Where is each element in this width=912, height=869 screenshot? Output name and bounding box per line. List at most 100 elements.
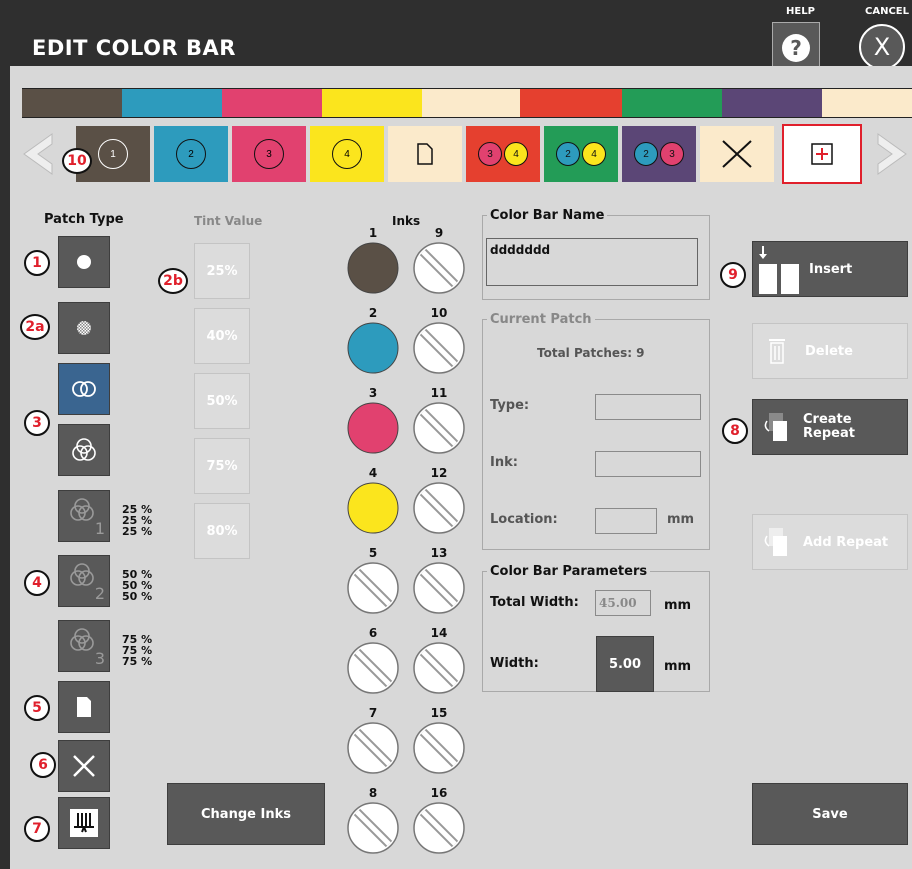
ink-11-button[interactable] bbox=[411, 400, 467, 456]
ink-13-button[interactable] bbox=[411, 560, 467, 616]
total-width-field: 45.00 bbox=[595, 590, 651, 616]
tint-80-button[interactable]: 80% bbox=[194, 503, 250, 559]
callout-8: 8 bbox=[722, 418, 748, 444]
three-color-overprint-button[interactable] bbox=[58, 424, 110, 476]
color-patch[interactable]: 3 bbox=[232, 126, 306, 182]
tint-40-button[interactable]: 40% bbox=[194, 308, 250, 364]
tint-25-button[interactable]: 25% bbox=[194, 243, 250, 299]
color-bar-name-input[interactable]: ddddddd bbox=[486, 238, 698, 286]
callout-9: 9 bbox=[720, 262, 746, 288]
solid-patch-button[interactable] bbox=[58, 236, 110, 288]
empty-patch-button[interactable] bbox=[58, 740, 110, 792]
ink-number: 11 bbox=[430, 386, 448, 400]
edit-color-bar-window: EDIT COLOR BAR HELP CANCEL ? X 123434242… bbox=[0, 0, 912, 869]
help-label: HELP bbox=[786, 6, 815, 17]
create-repeat-line2: Repeat bbox=[803, 426, 855, 441]
ink-8-button[interactable] bbox=[345, 800, 401, 856]
ink-1-button[interactable] bbox=[345, 240, 401, 296]
stripe-segment bbox=[22, 89, 122, 117]
color-patch[interactable]: 23 bbox=[622, 126, 696, 182]
ink-9-button[interactable] bbox=[411, 240, 467, 296]
x-icon bbox=[722, 140, 752, 168]
add-icon bbox=[811, 143, 833, 165]
color-patch[interactable]: 24 bbox=[544, 126, 618, 182]
insert-button[interactable]: Insert bbox=[752, 241, 908, 297]
ink-number: 15 bbox=[430, 706, 448, 720]
color-patch[interactable]: 4 bbox=[310, 126, 384, 182]
ink-10-button[interactable] bbox=[411, 320, 467, 376]
solid-dot-icon bbox=[77, 255, 91, 269]
color-patch[interactable] bbox=[700, 126, 774, 182]
delete-button[interactable]: Delete bbox=[752, 323, 908, 379]
help-button[interactable]: ? bbox=[772, 22, 820, 70]
scroll-left-arrow-icon[interactable] bbox=[18, 130, 62, 178]
ink-5-button[interactable] bbox=[345, 560, 401, 616]
delete-label: Delete bbox=[805, 343, 853, 359]
patch-ink-circle: 1 bbox=[98, 139, 128, 169]
slur-patch-button[interactable] bbox=[58, 797, 110, 849]
ink-14-button[interactable] bbox=[411, 640, 467, 696]
color-patch[interactable]: 34 bbox=[466, 126, 540, 182]
two-color-overprint-button[interactable] bbox=[58, 363, 110, 415]
window-title: EDIT COLOR BAR bbox=[32, 36, 236, 60]
ink-2-button[interactable] bbox=[345, 320, 401, 376]
callout-1: 1 bbox=[24, 250, 50, 276]
gray-balance-2-values: 50 % 50 % 50 % bbox=[122, 569, 152, 602]
stripe-segment bbox=[122, 89, 222, 117]
tint-patch-button[interactable] bbox=[58, 302, 110, 354]
color-bar-name-legend: Color Bar Name bbox=[490, 208, 605, 223]
location-field bbox=[595, 508, 657, 534]
paper-icon bbox=[77, 697, 91, 717]
patch-ink-circle: 2 bbox=[556, 142, 580, 166]
location-label: Location: bbox=[490, 512, 558, 527]
stripe-segment bbox=[422, 89, 520, 117]
ink-number: 10 bbox=[430, 306, 448, 320]
ink-number: 12 bbox=[430, 466, 448, 480]
gray-balance-icon: 3 bbox=[70, 628, 105, 668]
ink-label: Ink: bbox=[490, 455, 518, 470]
add-patch-button[interactable] bbox=[782, 124, 862, 184]
color-patch[interactable] bbox=[388, 126, 462, 182]
insert-icon bbox=[759, 246, 799, 294]
total-width-unit: mm bbox=[664, 598, 692, 613]
x-icon bbox=[73, 755, 95, 777]
ink-15-button[interactable] bbox=[411, 720, 467, 776]
tint-dot-icon bbox=[77, 321, 91, 335]
width-unit: mm bbox=[664, 659, 692, 674]
tint-75-button[interactable]: 75% bbox=[194, 438, 250, 494]
ink-number: 5 bbox=[368, 546, 378, 560]
change-inks-button[interactable]: Change Inks bbox=[167, 783, 325, 845]
cancel-button[interactable]: X bbox=[857, 22, 905, 70]
patch-ink-circle: 3 bbox=[478, 142, 502, 166]
create-repeat-button[interactable]: Create Repeat bbox=[752, 399, 908, 455]
gray-balance-1-button[interactable]: 1 bbox=[58, 490, 110, 542]
paper-patch-button[interactable] bbox=[58, 681, 110, 733]
callout-7: 7 bbox=[24, 816, 50, 842]
width-button[interactable]: 5.00 bbox=[596, 636, 654, 692]
ink-4-button[interactable] bbox=[345, 480, 401, 536]
trash-icon bbox=[769, 339, 785, 364]
ink-3-button[interactable] bbox=[345, 400, 401, 456]
save-button[interactable]: Save bbox=[752, 783, 908, 845]
ink-12-button[interactable] bbox=[411, 480, 467, 536]
tint-50-button[interactable]: 50% bbox=[194, 373, 250, 429]
scroll-right-arrow-icon[interactable] bbox=[868, 130, 912, 178]
ink-number: 3 bbox=[368, 386, 378, 400]
callout-6: 6 bbox=[30, 752, 56, 778]
patch-row: 1234342423 bbox=[10, 124, 912, 184]
gray-balance-3-button[interactable]: 3 bbox=[58, 620, 110, 672]
ink-6-button[interactable] bbox=[345, 640, 401, 696]
callout-4: 4 bbox=[24, 570, 50, 596]
ink-number: 7 bbox=[368, 706, 378, 720]
add-repeat-button[interactable]: Add Repeat bbox=[752, 514, 908, 570]
color-patch[interactable]: 2 bbox=[154, 126, 228, 182]
create-repeat-line1: Create bbox=[803, 412, 852, 427]
create-repeat-label: Create Repeat bbox=[803, 413, 855, 441]
ink-number: 16 bbox=[430, 786, 448, 800]
add-repeat-icon bbox=[764, 528, 787, 556]
ink-16-button[interactable] bbox=[411, 800, 467, 856]
inks-header: Inks bbox=[392, 214, 421, 228]
ink-7-button[interactable] bbox=[345, 720, 401, 776]
stripe-segment bbox=[322, 89, 422, 117]
gray-balance-2-button[interactable]: 2 bbox=[58, 555, 110, 607]
